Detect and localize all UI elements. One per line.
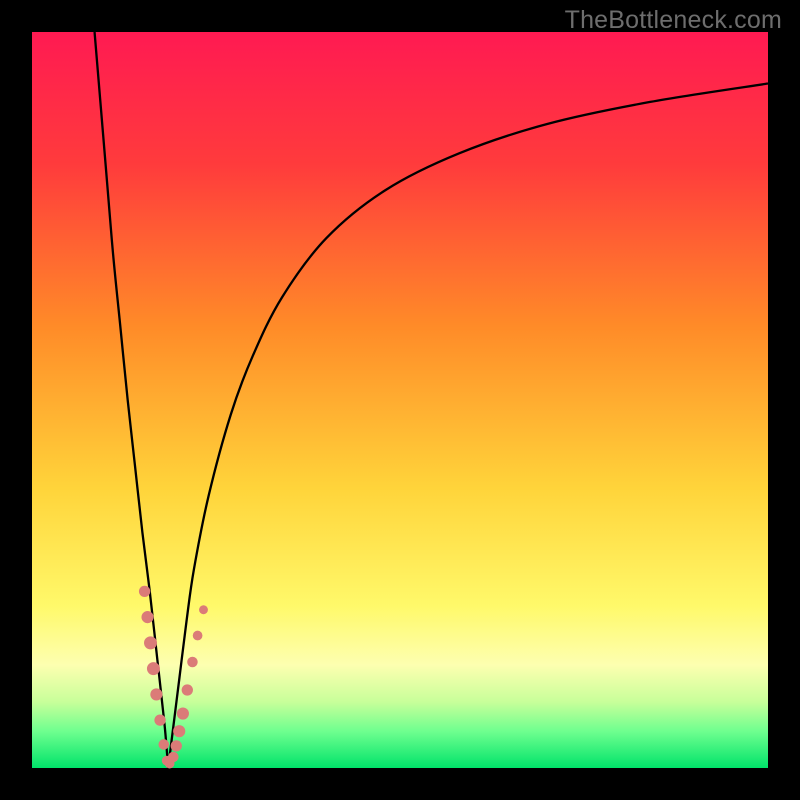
watermark-text: TheBottleneck.com	[565, 6, 782, 35]
chart-svg	[0, 0, 800, 800]
data-marker	[139, 586, 150, 597]
data-marker	[147, 662, 160, 675]
data-marker	[177, 707, 189, 719]
data-marker	[150, 688, 162, 700]
data-marker	[187, 657, 198, 668]
data-marker	[154, 714, 165, 725]
data-marker	[173, 725, 185, 737]
markers-group	[139, 586, 208, 769]
data-marker	[158, 739, 169, 750]
data-marker	[182, 684, 193, 695]
curve-left-branch	[95, 32, 169, 768]
data-marker	[168, 752, 179, 763]
data-marker	[171, 740, 182, 751]
data-marker	[141, 611, 153, 623]
data-marker	[193, 631, 203, 641]
curve-right-branch	[168, 84, 768, 768]
chart-frame: TheBottleneck.com	[0, 0, 800, 800]
data-marker	[199, 605, 208, 614]
data-marker	[144, 636, 157, 649]
